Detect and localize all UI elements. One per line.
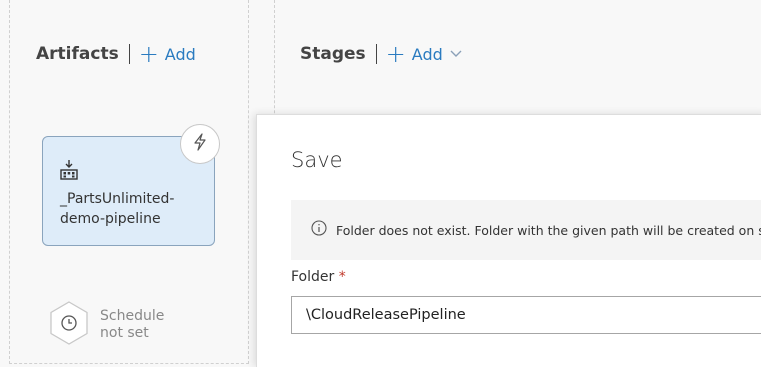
save-panel: Save Folder does not exist. Folder with … [256, 114, 761, 367]
artifacts-title: Artifacts [36, 44, 119, 64]
schedule-label-line2: not set [100, 325, 149, 341]
clock-icon [48, 300, 90, 350]
schedule-label: Schedule not set [100, 308, 164, 342]
artifacts-header: Artifacts + Add [36, 42, 196, 66]
artifact-name-line1: _PartsUnlimited- [60, 191, 175, 207]
add-stage-button[interactable]: + Add [386, 42, 462, 66]
plus-icon: + [138, 40, 159, 68]
header-divider [128, 44, 130, 64]
header-divider [375, 44, 377, 64]
plus-icon: + [385, 40, 406, 68]
continuous-deployment-trigger-button[interactable] [180, 124, 220, 164]
folder-label: Folder * [291, 269, 346, 285]
schedule-label-line1: Schedule [100, 308, 165, 324]
add-artifact-button[interactable]: + Add [139, 42, 196, 66]
chevron-down-icon[interactable] [450, 46, 462, 62]
info-message-bar: Folder does not exist. Folder with the g… [291, 200, 761, 260]
add-artifact-label: Add [164, 44, 196, 64]
stages-header: Stages + Add [300, 42, 462, 66]
panel-title: Save [291, 148, 343, 172]
schedule-trigger[interactable]: Schedule not set [48, 300, 164, 350]
folder-label-text: Folder [291, 269, 335, 285]
info-message-text: Folder does not exist. Folder with the g… [336, 222, 761, 238]
artifact-name-line2: demo-pipeline [60, 211, 161, 227]
add-stage-label: Add [411, 44, 443, 64]
build-pipeline-icon [59, 159, 79, 185]
folder-input[interactable] [291, 296, 761, 334]
required-marker: * [338, 269, 346, 285]
info-icon [311, 220, 327, 240]
lightning-icon [192, 133, 208, 155]
artifact-name: _PartsUnlimited- demo-pipeline [60, 189, 210, 229]
stages-title: Stages [300, 44, 366, 64]
